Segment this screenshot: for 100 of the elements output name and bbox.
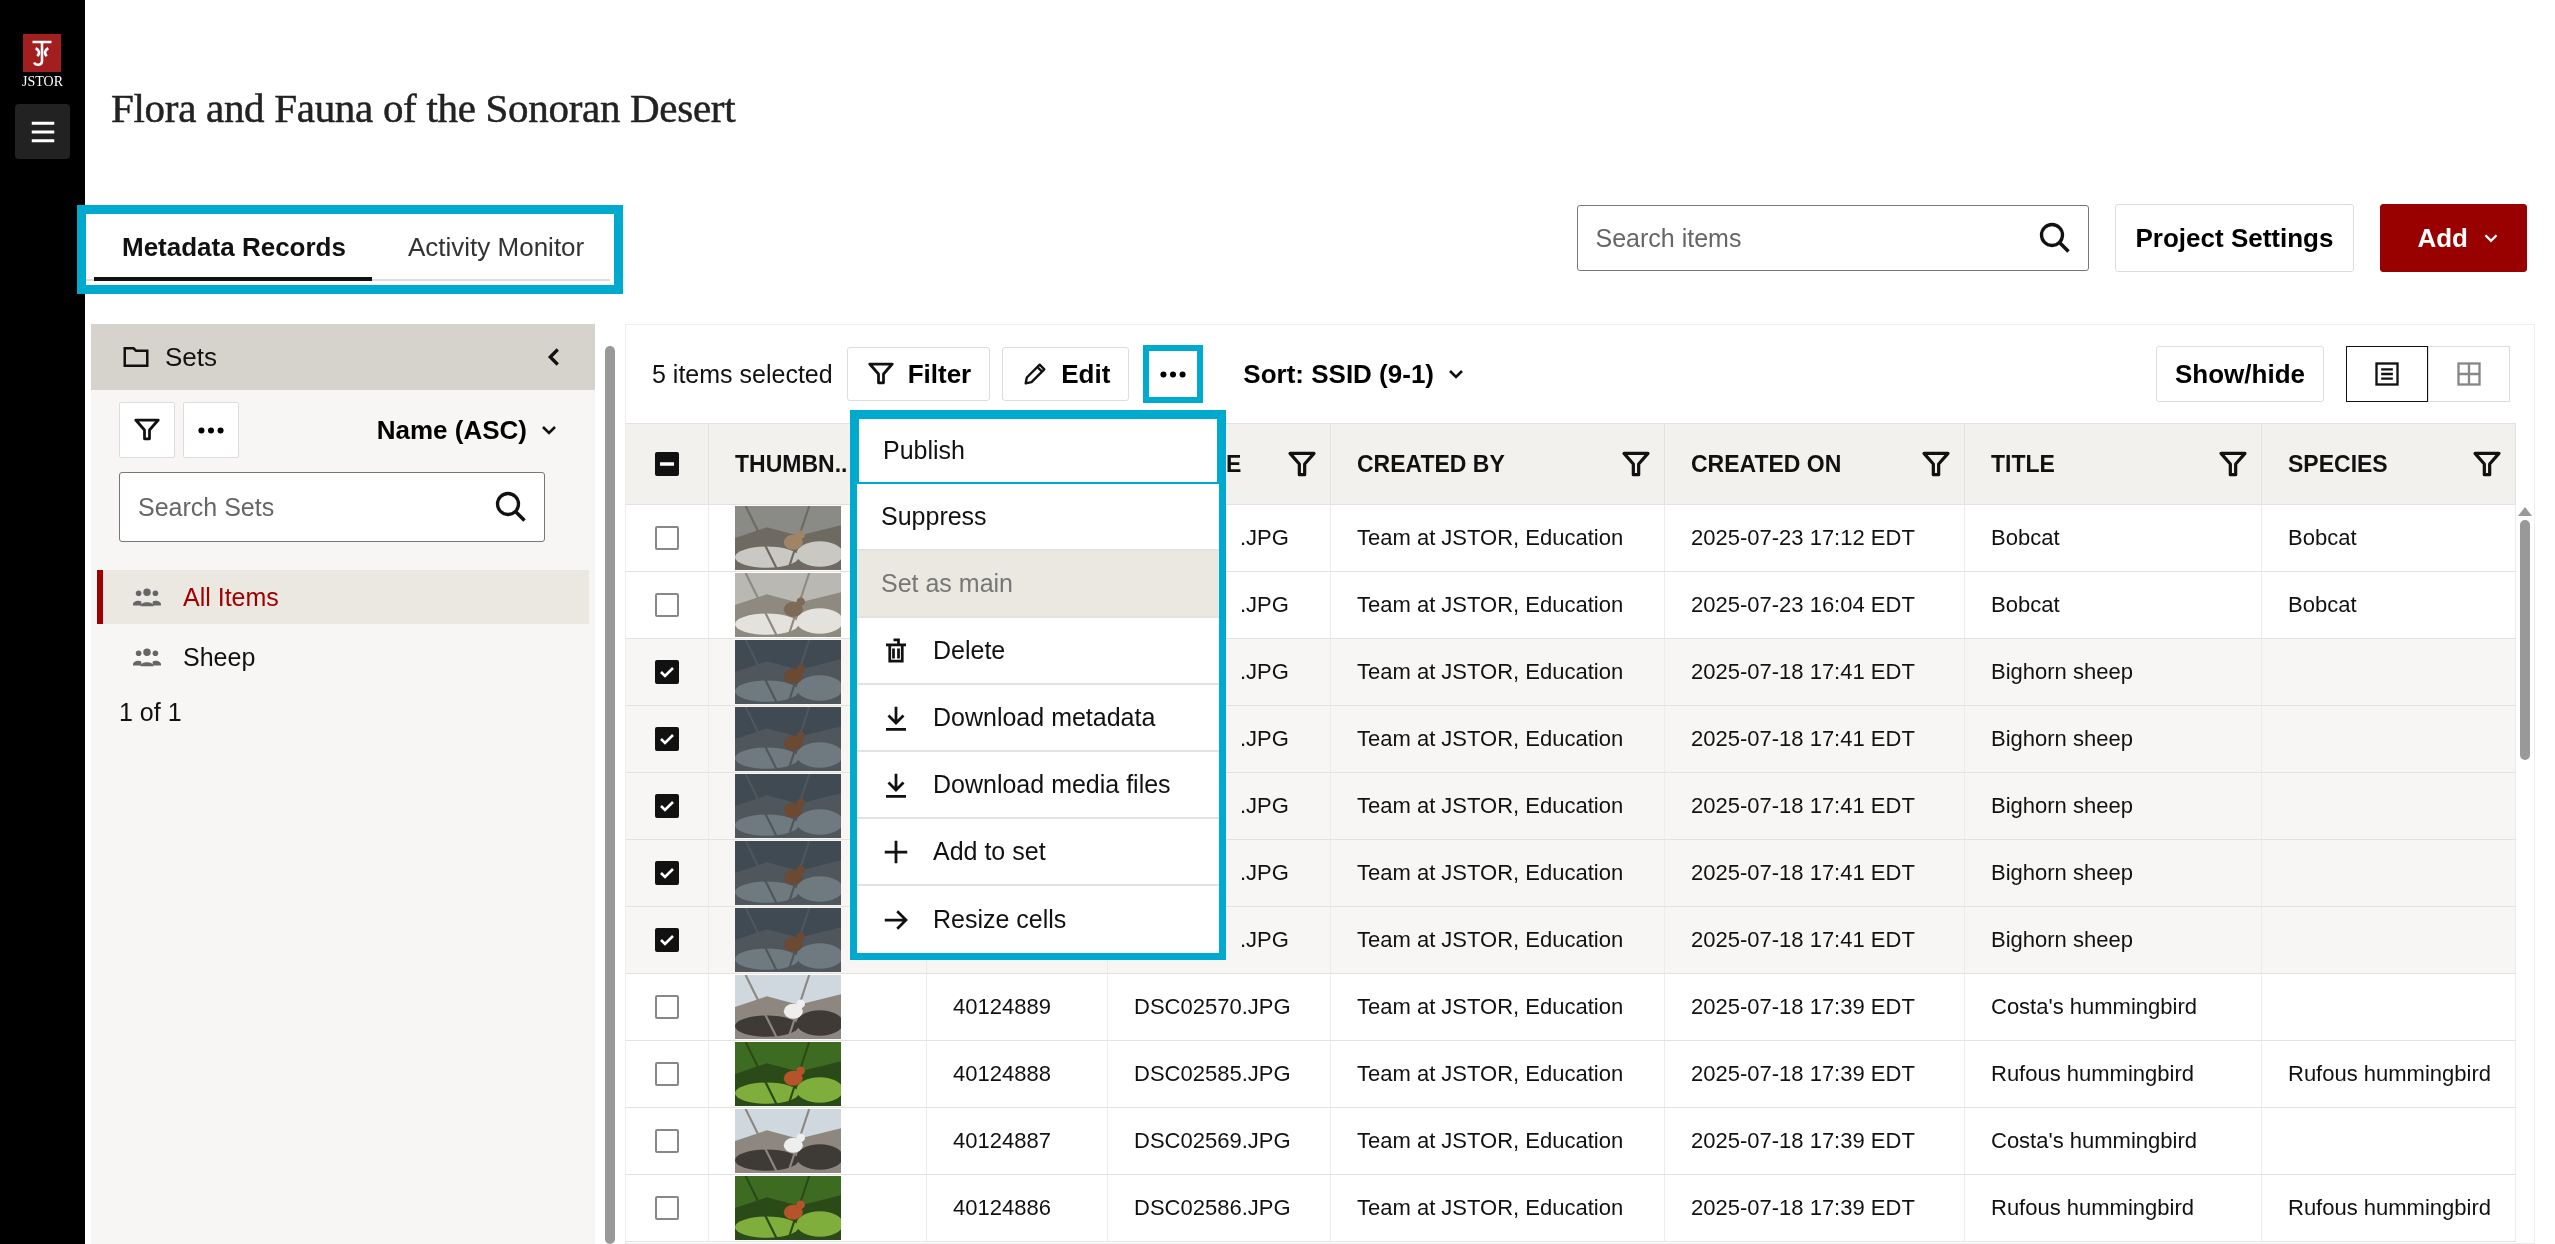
table-cell: .JPG [1240, 860, 1289, 886]
show-hide-button[interactable]: Show/hide [2156, 346, 2324, 402]
table-cell: 40124886 [953, 1195, 1051, 1221]
table-cell: Bighorn sheep [1991, 860, 2133, 886]
table-cell: .JPG [1240, 525, 1289, 551]
table-cell: Bighorn sheep [1991, 726, 2133, 752]
grid-icon [2455, 360, 2483, 388]
table-cell: Rufous hummingbird [2288, 1195, 2491, 1221]
table-cell: Bobcat [1991, 525, 2060, 551]
list-view-button[interactable] [2346, 346, 2428, 402]
table-cell: 2025-07-23 17:12 EDT [1691, 525, 1915, 551]
table-cell: 2025-07-18 17:39 EDT [1691, 1061, 1915, 1087]
row-checkbox[interactable] [655, 794, 679, 818]
column-header[interactable]: E [1226, 450, 1242, 478]
row-checkbox[interactable] [655, 526, 679, 550]
filter-button[interactable]: Filter [846, 347, 991, 401]
select-all-checkbox[interactable] [655, 452, 679, 476]
row-checkbox[interactable] [655, 1062, 679, 1086]
table-cell: Bobcat [2288, 592, 2357, 618]
row-checkbox[interactable] [655, 1129, 679, 1153]
sort-dropdown[interactable]: Name (ASC) [370, 413, 567, 447]
list-icon [2373, 360, 2401, 388]
table-cell: .JPG [1240, 927, 1289, 953]
table-cell: 2025-07-18 17:41 EDT [1691, 860, 1915, 886]
table-cell: Team at JSTOR, Education [1357, 726, 1624, 752]
row-checkbox[interactable] [655, 928, 679, 952]
table-cell: 2025-07-18 17:39 EDT [1691, 1128, 1915, 1154]
column-header[interactable]: CREATED ON [1691, 450, 1842, 478]
table-cell: Bighorn sheep [1991, 659, 2133, 685]
table-cell: Team at JSTOR, Education [1357, 927, 1624, 953]
table-cell: Bighorn sheep [1991, 927, 2133, 953]
project-settings-button[interactable]: Project Settings [2114, 204, 2355, 272]
table-cell: 2025-07-18 17:41 EDT [1691, 793, 1915, 819]
search-field[interactable]: Search Sets [119, 472, 545, 542]
page-title: Flora and Fauna of the Sonoran Desert [111, 84, 737, 132]
table-cell: Bobcat [1991, 592, 2060, 618]
table-cell: Team at JSTOR, Education [1357, 525, 1624, 551]
table-cell: DSC02570.JPG [1134, 994, 1291, 1020]
menu-item[interactable]: Resize cells [857, 886, 1219, 953]
table-cell: Team at JSTOR, Education [1357, 659, 1624, 685]
search-field[interactable]: Search items [1576, 205, 2089, 271]
row-checkbox[interactable] [655, 593, 679, 617]
table-cell: DSC02585.JPG [1134, 1061, 1291, 1087]
table-cell: 2025-07-18 17:41 EDT [1691, 726, 1915, 752]
table-cell: Team at JSTOR, Education [1357, 1195, 1624, 1221]
row-checkbox[interactable] [655, 861, 679, 885]
logo[interactable]: JSTOR [22, 34, 63, 90]
row-checkbox[interactable] [655, 727, 679, 751]
table-cell: DSC02569.JPG [1134, 1128, 1291, 1154]
column-header[interactable]: SPECIES [2288, 450, 2388, 478]
menu-item[interactable]: Download metadata [857, 685, 1219, 752]
table-cell: .JPG [1240, 592, 1289, 618]
table-cell: Rufous hummingbird [1991, 1195, 2194, 1221]
column-header[interactable]: THUMBN.. [735, 450, 848, 478]
logo-text: JSTOR [22, 74, 63, 90]
filter-button[interactable] [119, 402, 175, 458]
table-cell: Rufous hummingbird [2288, 1061, 2491, 1087]
tab[interactable]: Activity Monitor [379, 218, 611, 281]
edit-button[interactable]: Edit [1002, 347, 1130, 401]
set-item[interactable]: All Items [97, 570, 589, 624]
table-cell: Team at JSTOR, Education [1357, 1128, 1624, 1154]
table-cell: 2025-07-18 17:39 EDT [1691, 994, 1915, 1020]
sets-title: Sets [165, 341, 219, 373]
table-cell: Bobcat [2288, 525, 2357, 551]
table-cell: Team at JSTOR, Education [1357, 860, 1624, 886]
sort-dropdown[interactable]: Sort: SSID (9-1) [1237, 357, 1474, 391]
more-button[interactable] [183, 402, 239, 458]
more-icon [1160, 370, 1187, 378]
table-cell: .JPG [1240, 659, 1289, 685]
table-cell: Team at JSTOR, Education [1357, 994, 1624, 1020]
more-icon [198, 426, 224, 434]
selection-count: 5 items selected [652, 359, 833, 389]
table-cell: 40124889 [953, 994, 1051, 1020]
table-cell: Bighorn sheep [1991, 793, 2133, 819]
menu-button[interactable] [15, 104, 70, 159]
logo-mark-icon [23, 34, 62, 72]
tab[interactable]: Metadata Records [94, 218, 372, 281]
menu-item[interactable]: Publish [857, 417, 1219, 484]
pagination-text: 1 of 1 [118, 697, 183, 727]
table-cell: 2025-07-18 17:41 EDT [1691, 927, 1915, 953]
set-item[interactable]: Sheep [97, 630, 589, 684]
menu-item[interactable]: Add to set [857, 819, 1219, 886]
row-checkbox[interactable] [655, 1196, 679, 1220]
table-cell: Team at JSTOR, Education [1357, 1061, 1624, 1087]
table-cell: 2025-07-18 17:39 EDT [1691, 1195, 1915, 1221]
table-cell: Rufous hummingbird [1991, 1061, 2194, 1087]
row-checkbox[interactable] [655, 660, 679, 684]
table-cell: Costa's hummingbird [1991, 1128, 2197, 1154]
column-header[interactable]: CREATED BY [1357, 450, 1505, 478]
table-cell: 2025-07-18 17:41 EDT [1691, 659, 1915, 685]
minus-icon [660, 462, 674, 466]
add-button[interactable]: Add [2380, 204, 2527, 272]
menu-item[interactable]: Delete [857, 618, 1219, 685]
menu-item[interactable]: Download media files [857, 752, 1219, 819]
table-cell: DSC02586.JPG [1134, 1195, 1291, 1221]
row-checkbox[interactable] [655, 995, 679, 1019]
column-header[interactable]: TITLE [1991, 450, 2055, 478]
table-cell: 2025-07-23 16:04 EDT [1691, 592, 1915, 618]
table-cell: .JPG [1240, 793, 1289, 819]
table-cell: .JPG [1240, 726, 1289, 752]
